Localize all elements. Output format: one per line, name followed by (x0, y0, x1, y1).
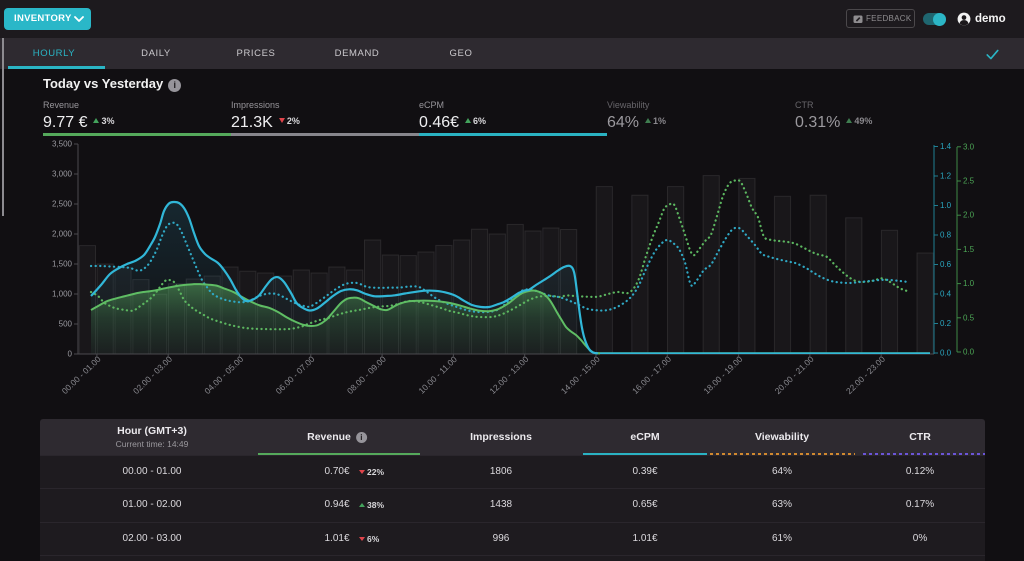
svg-text:0: 0 (68, 350, 73, 359)
svg-text:0.0: 0.0 (963, 348, 975, 357)
svg-text:18.00 - 19.00: 18.00 - 19.00 (701, 354, 744, 396)
svg-text:22.00 - 23.00: 22.00 - 23.00 (844, 354, 887, 396)
svg-text:10.00 - 11.00: 10.00 - 11.00 (416, 354, 459, 396)
svg-text:3.0: 3.0 (963, 142, 975, 151)
svg-text:2.5: 2.5 (963, 177, 975, 186)
svg-text:20.00 - 21.00: 20.00 - 21.00 (773, 354, 816, 396)
svg-text:3,000: 3,000 (52, 170, 73, 179)
svg-text:02.00 - 03.00: 02.00 - 03.00 (131, 354, 174, 396)
svg-text:1.0: 1.0 (963, 279, 975, 288)
svg-text:1.0: 1.0 (940, 201, 952, 210)
svg-text:12.00 - 13.00: 12.00 - 13.00 (488, 354, 531, 396)
svg-text:1,500: 1,500 (52, 260, 73, 269)
svg-text:06.00 - 07.00: 06.00 - 07.00 (274, 354, 317, 396)
svg-text:3,500: 3,500 (52, 140, 73, 149)
svg-text:14.00 - 15.00: 14.00 - 15.00 (559, 354, 602, 396)
svg-text:1.4: 1.4 (940, 142, 952, 151)
svg-text:0.0: 0.0 (940, 349, 952, 358)
svg-text:0.4: 0.4 (940, 290, 952, 299)
svg-text:0.8: 0.8 (940, 231, 952, 240)
svg-text:2,000: 2,000 (52, 230, 73, 239)
svg-text:04.00 - 05.00: 04.00 - 05.00 (202, 354, 245, 396)
svg-text:0.6: 0.6 (940, 260, 952, 269)
svg-text:16.00 - 17.00: 16.00 - 17.00 (630, 354, 673, 396)
svg-text:0.2: 0.2 (940, 319, 952, 328)
svg-text:1.2: 1.2 (940, 172, 952, 181)
svg-text:2,500: 2,500 (52, 200, 73, 209)
svg-text:08.00 - 09.00: 08.00 - 09.00 (345, 354, 388, 396)
svg-text:2.0: 2.0 (963, 211, 975, 220)
svg-text:1,000: 1,000 (52, 290, 73, 299)
svg-text:500: 500 (59, 320, 73, 329)
svg-text:1.5: 1.5 (963, 245, 975, 254)
svg-text:00.00 - 01.00: 00.00 - 01.00 (60, 354, 103, 396)
svg-text:0.5: 0.5 (963, 313, 975, 322)
